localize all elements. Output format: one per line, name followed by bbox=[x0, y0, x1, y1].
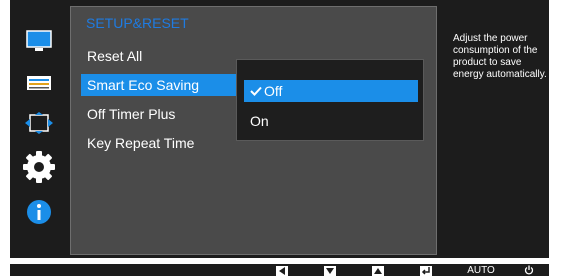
picture-icon bbox=[25, 29, 52, 57]
auto-key-label: AUTO bbox=[467, 265, 495, 276]
smart-eco-saving-submenu: Off On bbox=[236, 59, 424, 141]
menu-item-reset-all[interactable]: Reset All bbox=[81, 45, 142, 67]
information-icon bbox=[26, 199, 52, 230]
option-off[interactable]: Off bbox=[244, 80, 418, 102]
main-menu-icon-column bbox=[10, 0, 67, 258]
information-menu-button[interactable] bbox=[10, 195, 67, 233]
down-arrow-key-icon bbox=[324, 266, 336, 276]
left-key[interactable] bbox=[276, 266, 288, 276]
enter-key[interactable] bbox=[420, 266, 432, 276]
setup-reset-menu-button[interactable] bbox=[10, 150, 67, 188]
option-on[interactable]: On bbox=[244, 110, 418, 132]
color-menu-button[interactable] bbox=[10, 66, 67, 104]
help-description: Adjust the power consumption of the prod… bbox=[453, 33, 547, 80]
checkmark-icon bbox=[250, 81, 262, 103]
menu-item-off-timer-plus[interactable]: Off Timer Plus bbox=[81, 103, 175, 125]
down-key[interactable] bbox=[324, 266, 336, 276]
size-position-menu-button[interactable] bbox=[10, 106, 67, 144]
menu-item-smart-eco-saving[interactable]: Smart Eco Saving bbox=[81, 74, 238, 96]
color-icon bbox=[26, 75, 52, 96]
picture-menu-button[interactable] bbox=[10, 24, 67, 62]
up-arrow-key-icon bbox=[372, 266, 384, 276]
option-off-label: Off bbox=[264, 83, 283, 99]
menu-item-key-repeat-time[interactable]: Key Repeat Time bbox=[81, 132, 194, 154]
up-key[interactable] bbox=[372, 266, 384, 276]
power-key[interactable] bbox=[524, 265, 534, 276]
auto-key[interactable]: AUTO bbox=[464, 266, 498, 276]
option-on-label: On bbox=[250, 113, 269, 129]
menu-title: SETUP&RESET bbox=[86, 15, 189, 31]
setup-reset-gear-icon bbox=[22, 150, 55, 188]
size-position-icon bbox=[24, 111, 54, 139]
enter-key-icon bbox=[420, 266, 432, 276]
left-arrow-key-icon bbox=[276, 266, 288, 276]
power-icon bbox=[524, 262, 534, 280]
